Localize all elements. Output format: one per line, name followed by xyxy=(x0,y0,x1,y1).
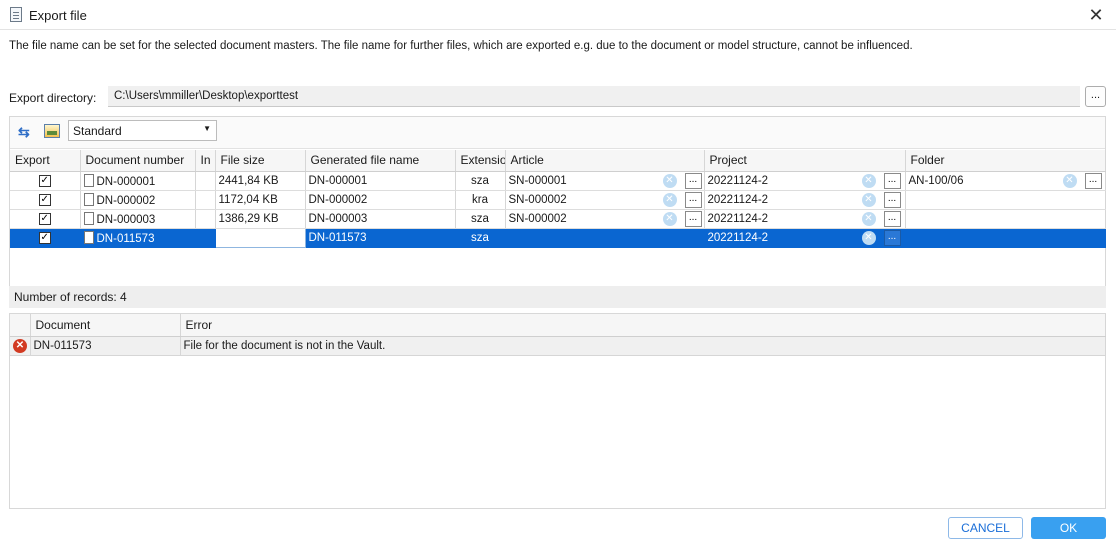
export-directory-label: Export directory: xyxy=(9,91,97,105)
export-checkbox[interactable]: ✓ xyxy=(38,174,51,187)
error-column-document[interactable]: Document xyxy=(30,314,181,337)
document-icon xyxy=(83,211,94,225)
close-icon[interactable]: ✕ xyxy=(1084,4,1108,26)
article-value[interactable] xyxy=(505,228,705,248)
table-row[interactable]: ✓ DN-000002 1172,04 KB DN-000002 kra SN-… xyxy=(10,190,1106,210)
document-icon xyxy=(83,173,94,187)
column-header-file-size[interactable]: File size xyxy=(215,150,306,172)
cancel-button[interactable]: CANCEL xyxy=(948,517,1023,539)
documents-grid: Export Document number In File size Gene… xyxy=(10,150,1106,248)
table-row-selected[interactable]: ✓ DN-011573 DN-011573 sza 20221124-2 ✕... xyxy=(10,227,1106,248)
error-document: DN-011573 xyxy=(30,336,181,356)
browse-button[interactable]: ... xyxy=(1085,86,1106,107)
error-grid: Document Error ✕ DN-011573 File for the … xyxy=(10,314,1106,356)
in-cell xyxy=(195,209,216,229)
clear-icon[interactable]: ✕ xyxy=(1062,173,1077,188)
table-row[interactable]: ✓ DN-000003 1386,29 KB DN-000003 sza SN-… xyxy=(10,209,1106,229)
error-row[interactable]: ✕ DN-011573 File for the document is not… xyxy=(10,336,1106,356)
clear-icon[interactable]: ✕ xyxy=(662,173,677,188)
article-value: SN-000002 xyxy=(508,212,567,225)
column-header-in[interactable]: In xyxy=(195,150,216,172)
view-select[interactable]: Standard ▼ xyxy=(68,120,217,141)
project-value: 20221124-2 xyxy=(707,231,769,244)
in-cell xyxy=(195,171,216,191)
generated-file-name[interactable]: DN-011573 xyxy=(305,228,456,248)
ellipsis-button[interactable]: ... xyxy=(684,172,702,189)
ellipsis-button[interactable]: ... xyxy=(684,191,702,208)
column-header-folder[interactable]: Folder xyxy=(905,150,1106,172)
document-number: DN-000002 xyxy=(96,194,156,207)
clear-icon[interactable]: ✕ xyxy=(861,230,876,245)
export-checkbox[interactable]: ✓ xyxy=(38,231,51,244)
export-directory-field[interactable]: C:\Users\mmiller\Desktop\exporttest xyxy=(108,86,1080,107)
toolbar: ⇆ Standard ▼ xyxy=(10,117,1105,149)
ellipsis-button[interactable]: ... xyxy=(684,210,702,227)
ok-button[interactable]: OK xyxy=(1031,517,1106,539)
folder-value[interactable] xyxy=(905,228,1106,248)
table-row[interactable]: ✓ DN-000001 2441,84 KB DN-000001 sza SN-… xyxy=(10,171,1106,191)
chevron-down-icon: ▼ xyxy=(203,124,211,133)
document-icon xyxy=(83,230,94,244)
article-value: SN-000002 xyxy=(508,193,567,206)
extension: sza xyxy=(455,228,506,248)
folder-value[interactable] xyxy=(905,190,1106,210)
column-header-document-number[interactable]: Document number xyxy=(80,150,196,172)
description-text: The file name can be set for the selecte… xyxy=(9,40,913,52)
ellipsis-button[interactable]: ... xyxy=(883,210,901,227)
file-size: 2441,84 KB xyxy=(215,171,306,191)
generated-file-name[interactable]: DN-000003 xyxy=(305,209,456,229)
column-header-project[interactable]: Project xyxy=(704,150,906,172)
document-number: DN-000001 xyxy=(96,175,156,188)
clear-icon[interactable]: ✕ xyxy=(662,211,677,226)
generated-file-name[interactable]: DN-000001 xyxy=(305,171,456,191)
documents-panel: ⇆ Standard ▼ Export Document number In F… xyxy=(9,116,1106,308)
extension: sza xyxy=(455,209,506,229)
file-size: 1172,04 KB xyxy=(215,190,306,210)
in-cell xyxy=(195,228,216,248)
error-column-icon xyxy=(10,314,31,337)
error-header-row: Document Error xyxy=(10,314,1106,337)
column-header-article[interactable]: Article xyxy=(505,150,705,172)
image-preview-icon[interactable] xyxy=(44,124,60,138)
extension: kra xyxy=(455,190,506,210)
column-header-export[interactable]: Export xyxy=(10,150,81,172)
project-value: 20221124-2 xyxy=(707,174,769,187)
document-icon xyxy=(83,192,94,206)
ellipsis-button[interactable]: ... xyxy=(883,172,901,189)
ellipsis-button[interactable]: ... xyxy=(883,191,901,208)
project-value: 20221124-2 xyxy=(707,193,769,206)
file-size-editor[interactable] xyxy=(214,227,306,248)
clear-icon[interactable]: ✕ xyxy=(861,211,876,226)
window-title: Export file xyxy=(29,8,87,23)
error-panel: Document Error ✕ DN-011573 File for the … xyxy=(9,313,1106,509)
grid-header-row: Export Document number In File size Gene… xyxy=(10,150,1106,172)
folder-value: AN-100/06 xyxy=(908,174,964,187)
project-value: 20221124-2 xyxy=(707,212,769,225)
error-message: File for the document is not in the Vaul… xyxy=(180,336,1106,356)
error-icon: ✕ xyxy=(13,338,27,353)
clear-icon[interactable]: ✕ xyxy=(861,173,876,188)
extension: sza xyxy=(455,171,506,191)
clear-icon[interactable]: ✕ xyxy=(861,192,876,207)
title-bar: Export file ✕ xyxy=(0,0,1116,30)
ellipsis-button[interactable]: ... xyxy=(1084,172,1102,189)
folder-value[interactable] xyxy=(905,209,1106,229)
error-column-error[interactable]: Error xyxy=(180,314,1106,337)
document-number: DN-011573 xyxy=(96,232,155,245)
refresh-icon[interactable]: ⇆ xyxy=(18,125,34,139)
view-select-value: Standard xyxy=(73,124,122,138)
record-count: Number of records: 4 xyxy=(9,286,1106,308)
generated-file-name[interactable]: DN-000002 xyxy=(305,190,456,210)
column-header-generated-file-name[interactable]: Generated file name xyxy=(305,150,456,172)
clear-icon[interactable]: ✕ xyxy=(662,192,677,207)
ellipsis-button[interactable]: ... xyxy=(883,229,901,246)
document-number: DN-000003 xyxy=(96,213,156,226)
article-value: SN-000001 xyxy=(508,174,567,187)
export-checkbox[interactable]: ✓ xyxy=(38,193,51,206)
file-size: 1386,29 KB xyxy=(215,209,306,229)
document-icon xyxy=(10,7,22,22)
export-checkbox[interactable]: ✓ xyxy=(38,212,51,225)
in-cell xyxy=(195,190,216,210)
column-header-extension[interactable]: Extensio xyxy=(455,150,506,172)
